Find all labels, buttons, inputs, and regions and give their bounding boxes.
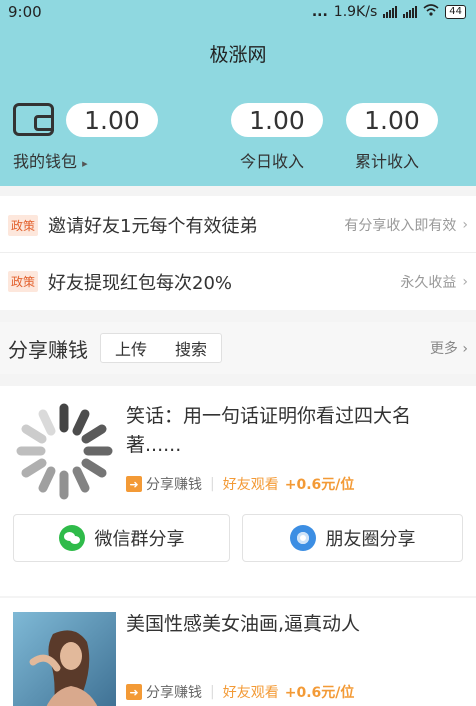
bonus-label: +0.6元/位 bbox=[284, 685, 355, 701]
bonus-label: +0.6元/位 bbox=[284, 477, 355, 493]
more-link[interactable]: 更多 › bbox=[430, 338, 468, 358]
my-wallet-link[interactable]: 我的钱包 ▸ bbox=[13, 148, 88, 172]
battery-icon: 44 bbox=[445, 5, 466, 19]
moments-icon bbox=[289, 525, 316, 551]
policy-row-invite[interactable]: 政策 邀请好友1元每个有效徒弟 有分享收入即有效 › bbox=[0, 196, 476, 254]
wifi-icon bbox=[423, 4, 439, 20]
policy-text: 好友提现红包每次20% bbox=[48, 272, 233, 294]
article-title[interactable]: 美国性感美女油画,逼真动人 bbox=[126, 610, 466, 639]
policy-note: 有分享收入即有效 bbox=[344, 218, 457, 234]
section-title: 分享赚钱 bbox=[8, 337, 88, 362]
article-meta: ➜ 分享赚钱 | 好友观看 +0.6元/位 bbox=[126, 474, 354, 494]
wallet-icon[interactable] bbox=[13, 103, 54, 136]
share-earn-label: 分享赚钱 bbox=[146, 685, 202, 701]
page-title: 极涨网 bbox=[209, 44, 267, 66]
share-earn-label: 分享赚钱 bbox=[146, 477, 202, 493]
article-thumbnail bbox=[13, 612, 116, 706]
wallet-chevron-icon: ▸ bbox=[82, 157, 88, 170]
today-income-amount: 1.00 bbox=[231, 103, 323, 137]
policy-note: 永久收益 bbox=[400, 274, 457, 291]
friend-view-label: 好友观看 bbox=[222, 477, 279, 493]
share-earn-section-header: 分享赚钱 上传 搜索 更多 › bbox=[0, 322, 476, 374]
article-meta: ➜ 分享赚钱 | 好友观看 +0.6元/位 bbox=[126, 682, 354, 702]
tab-upload[interactable]: 上传 bbox=[101, 336, 161, 360]
total-income-label: 累计收入 bbox=[355, 152, 420, 171]
share-icon: ➜ bbox=[126, 684, 142, 700]
meta-divider: | bbox=[210, 476, 215, 492]
policy-text: 邀请好友1元每个有效徒弟 bbox=[48, 216, 258, 237]
friend-view-label: 好友观看 bbox=[222, 685, 279, 701]
status-time: 9:00 bbox=[8, 3, 42, 21]
share-icon: ➜ bbox=[126, 476, 142, 492]
signal-icon bbox=[383, 6, 398, 18]
section-tabs: 上传 搜索 bbox=[100, 333, 223, 363]
article-title[interactable]: 笑话：用一句话证明你看过四大名著...... bbox=[126, 402, 466, 460]
moments-share-label: 朋友圈分享 bbox=[325, 529, 416, 550]
signal-icon-2 bbox=[403, 6, 418, 18]
policy-tag: 政策 bbox=[8, 271, 39, 292]
article-card[interactable]: 笑话：用一句话证明你看过四大名著...... ➜ 分享赚钱 | 好友观看 +0.… bbox=[0, 386, 476, 596]
more-label: 更多 bbox=[429, 341, 458, 357]
status-dots: ... bbox=[311, 4, 328, 20]
tab-search[interactable]: 搜索 bbox=[161, 336, 221, 360]
article-card[interactable]: 美国性感美女油画,逼真动人 ➜ 分享赚钱 | 好友观看 +0.6元/位 bbox=[0, 598, 476, 706]
status-bar: 9:00 ... 1.9K/s 44 bbox=[0, 0, 476, 24]
today-income-label: 今日收入 bbox=[240, 152, 305, 171]
network-speed: 1.9K/s bbox=[333, 4, 378, 20]
policy-row-withdraw[interactable]: 政策 好友提现红包每次20% 永久收益 › bbox=[0, 252, 476, 310]
policy-tag: 政策 bbox=[8, 214, 39, 236]
wechat-icon bbox=[58, 525, 85, 551]
my-wallet-label: 我的钱包 bbox=[13, 152, 78, 171]
total-income-amount: 1.00 bbox=[346, 103, 438, 137]
meta-divider: | bbox=[210, 684, 215, 700]
wechat-group-share-button[interactable]: 微信群分享 bbox=[13, 514, 230, 562]
chevron-right-icon: › bbox=[462, 273, 468, 290]
header: 9:00 ... 1.9K/s 44 极涨网 1.00 我的钱包 ▸ 1.00 … bbox=[0, 0, 476, 186]
wallet-amount[interactable]: 1.00 bbox=[66, 103, 158, 137]
moments-share-button[interactable]: 朋友圈分享 bbox=[242, 514, 463, 562]
wechat-group-share-label: 微信群分享 bbox=[94, 529, 185, 550]
loading-spinner-icon bbox=[13, 400, 116, 503]
chevron-right-icon: › bbox=[462, 341, 468, 357]
status-indicators: ... 1.9K/s 44 bbox=[312, 4, 466, 20]
chevron-right-icon: › bbox=[462, 217, 468, 233]
